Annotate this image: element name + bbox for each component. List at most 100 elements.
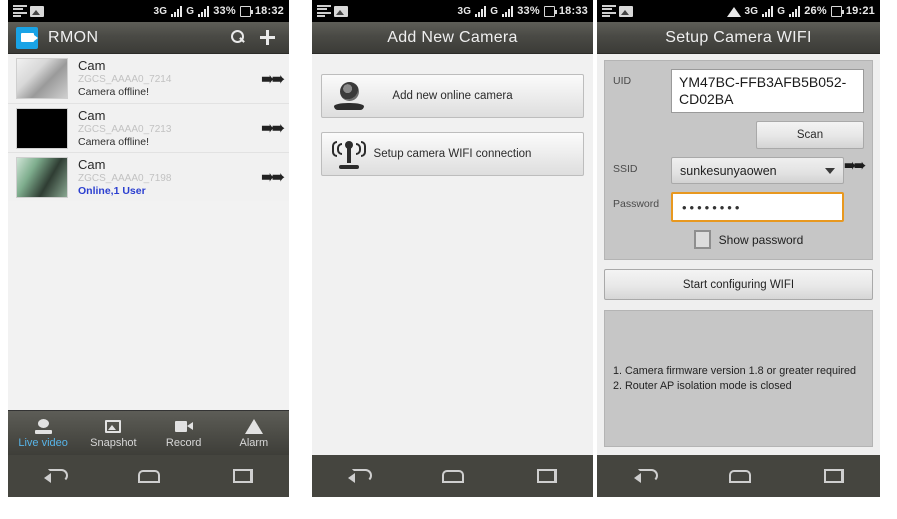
tab-snapshot[interactable]: Snapshot [78, 417, 148, 449]
add-online-camera-button[interactable]: Add new online camera [321, 74, 584, 118]
tab-label: Live video [18, 437, 68, 449]
signal-strength-icon-2 [198, 5, 210, 17]
status-bar: 3G G 26% 19:21 [597, 0, 880, 22]
network-type-label-1: 3G [744, 5, 759, 17]
back-icon[interactable] [44, 469, 69, 483]
screenshot-notification-icon [30, 5, 44, 17]
tab-label: Alarm [239, 437, 269, 449]
screenshot-notification-icon [619, 5, 633, 17]
show-password-checkbox[interactable] [693, 230, 711, 249]
password-label: Password [613, 198, 660, 210]
clock-label: 19:21 [845, 5, 875, 17]
list-item[interactable]: Cam ZGCS_AAAA0_7198 Online,1 User ➠➠ [8, 152, 289, 201]
ssid-dropdown[interactable]: sunkesunyaowen [671, 157, 844, 184]
back-icon[interactable] [633, 469, 658, 483]
screenshot-stage: 3G G 33% 18:32 RMON Cam ZGCS_AAAA0_7214 … [0, 0, 897, 519]
network-type-label-2: G [186, 5, 195, 17]
signal-strength-icon-1 [762, 5, 774, 17]
screenshot-notification-icon [334, 5, 348, 17]
recent-apps-icon[interactable] [823, 469, 844, 483]
status-bar: 3G G 33% 18:32 [8, 0, 289, 22]
signal-strength-icon-2 [502, 5, 514, 17]
home-icon[interactable] [728, 469, 751, 483]
live-video-icon [8, 417, 78, 435]
password-input[interactable]: •••••••• [671, 192, 844, 222]
scan-button[interactable]: Scan [756, 121, 864, 149]
bottom-tab-bar: Live video Snapshot Record Alarm [8, 410, 289, 455]
setup-wifi-connection-button[interactable]: Setup camera WIFI connection [321, 132, 584, 176]
wifi-setup-form: UID YM47BC-FFB3AFB5B052-CD02BA Scan SSID… [597, 54, 880, 477]
wifi-tower-icon [332, 138, 366, 170]
scan-row: Scan [613, 121, 864, 149]
phone-screen-setup-wifi: 3G G 26% 19:21 Setup Camera WIFI UID YM4… [597, 0, 880, 497]
camera-status: Camera offline! [78, 135, 150, 148]
add-camera-icon[interactable] [260, 30, 275, 45]
camera-info: Cam ZGCS_AAAA0_7198 Online,1 User [78, 157, 261, 198]
phone-screen-add-camera: 3G G 33% 18:33 Add New Camera Add new on… [312, 0, 593, 497]
status-bar-right-icons: 3G G 26% 19:21 [726, 5, 876, 17]
battery-icon [543, 5, 557, 17]
phone-screen-camera-list: 3G G 33% 18:32 RMON Cam ZGCS_AAAA0_7214 … [8, 0, 289, 497]
home-icon[interactable] [138, 469, 161, 483]
tab-label: Record [165, 437, 202, 449]
list-item[interactable]: Cam ZGCS_AAAA0_7213 Camera offline! ➠➠ [8, 103, 289, 152]
network-type-label-2: G [777, 5, 786, 17]
connection-bolt-icon[interactable]: ➠➠ [261, 119, 284, 137]
camera-status: Camera offline! [78, 86, 150, 98]
note-item: 1. Camera firmware version 1.8 or greate… [613, 364, 857, 377]
start-configuring-wifi-button[interactable]: Start configuring WIFI [604, 269, 873, 300]
page-title: RMON [48, 28, 99, 46]
show-password-row[interactable]: Show password [613, 230, 864, 249]
status-bar-left-icons [602, 5, 633, 17]
back-icon[interactable] [348, 469, 373, 483]
app-title-bar: Setup Camera WIFI [597, 22, 880, 54]
ssid-row: SSID sunkesunyaowen ➠➠ [613, 157, 866, 184]
camera-uid: ZGCS_AAAA0_7213 [78, 123, 172, 135]
clock-label: 18:33 [558, 5, 588, 17]
app-title-bar: RMON [8, 22, 289, 54]
recent-apps-icon[interactable] [232, 469, 253, 483]
battery-percent-label: 33% [517, 5, 540, 17]
snapshot-icon [78, 417, 148, 435]
camera-thumbnail[interactable] [16, 107, 68, 149]
password-row: Password •••••••• [613, 192, 864, 222]
page-title: Setup Camera WIFI [665, 28, 812, 46]
status-bar-left-icons [317, 5, 348, 17]
requirements-notes: 1. Camera firmware version 1.8 or greate… [604, 310, 873, 447]
status-bar-right-icons: 3G G 33% 18:33 [458, 5, 589, 17]
wifi-icon [726, 6, 741, 17]
recent-apps-icon[interactable] [536, 469, 557, 483]
tab-live-video[interactable]: Live video [8, 417, 78, 449]
status-bar: 3G G 33% 18:33 [312, 0, 593, 22]
camera-thumbnail[interactable] [16, 58, 68, 99]
battery-percent-label: 33% [213, 5, 236, 17]
android-navigation-bar [312, 455, 593, 497]
note-item: 2. Router AP isolation mode is closed [613, 379, 792, 392]
search-icon[interactable] [231, 30, 246, 45]
android-navigation-bar [8, 455, 289, 497]
camera-info: Cam ZGCS_AAAA0_7214 Camera offline! [78, 58, 261, 99]
signal-strength-icon-2 [789, 5, 801, 17]
signal-strength-icon-1 [475, 5, 487, 17]
signal-strength-icon-1 [171, 5, 183, 17]
status-bar-right-icons: 3G G 33% 18:32 [154, 5, 285, 17]
record-icon [149, 417, 219, 435]
network-type-label-1: 3G [153, 5, 168, 17]
alarm-icon [219, 417, 289, 435]
battery-percent-label: 26% [804, 5, 827, 17]
connection-bolt-icon[interactable]: ➠➠ [261, 168, 284, 186]
camera-uid: ZGCS_AAAA0_7214 [78, 74, 172, 85]
signal-lines-icon [317, 5, 331, 17]
clock-label: 18:32 [254, 5, 284, 17]
chevron-down-icon [825, 167, 835, 174]
uid-input[interactable]: YM47BC-FFB3AFB5B052-CD02BA [671, 69, 864, 113]
camera-thumbnail[interactable] [16, 156, 68, 198]
ssid-label: SSID [613, 163, 638, 175]
tab-record[interactable]: Record [149, 417, 219, 449]
refresh-bolt-icon[interactable]: ➠➠ [844, 157, 865, 174]
tab-alarm[interactable]: Alarm [219, 417, 289, 449]
connection-bolt-icon[interactable]: ➠➠ [261, 70, 284, 88]
home-icon[interactable] [442, 469, 465, 483]
list-item[interactable]: Cam ZGCS_AAAA0_7214 Camera offline! ➠➠ [8, 54, 289, 103]
add-camera-options: Add new online camera Setup camera WIFI … [312, 54, 593, 477]
